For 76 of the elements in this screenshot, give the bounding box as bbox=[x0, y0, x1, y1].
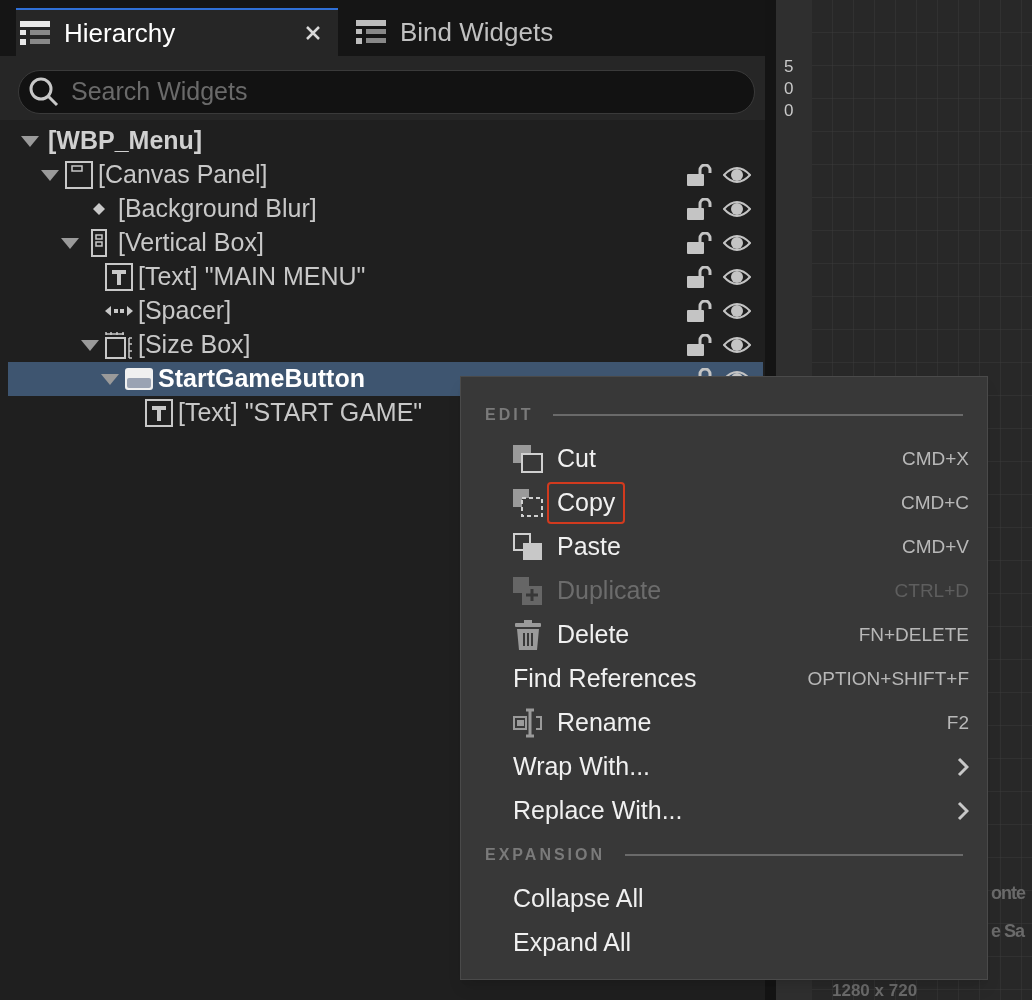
copy-icon bbox=[513, 489, 543, 517]
menu-item[interactable]: Wrap With... bbox=[461, 745, 987, 789]
tree-label: [Canvas Panel] bbox=[98, 159, 268, 191]
unlocked-icon[interactable] bbox=[687, 300, 713, 322]
canvas-text: 1280 x 720 bbox=[832, 982, 918, 999]
paste-icon bbox=[513, 533, 543, 561]
tree-label: [Vertical Box] bbox=[118, 227, 264, 259]
unlocked-icon[interactable] bbox=[687, 266, 713, 288]
tree-row[interactable]: [Spacer] bbox=[8, 294, 763, 328]
menu-item[interactable]: Cut CMD+X bbox=[461, 437, 987, 481]
trash-icon bbox=[515, 620, 541, 650]
tree-label: StartGameButton bbox=[158, 363, 365, 395]
menu-item[interactable]: Replace With... bbox=[461, 789, 987, 833]
text-icon bbox=[145, 399, 173, 427]
cut-icon bbox=[513, 445, 543, 473]
list-icon bbox=[356, 20, 386, 44]
text-icon bbox=[105, 263, 133, 291]
shortcut-label: CMD+X bbox=[901, 446, 969, 471]
expand-caret-icon[interactable] bbox=[81, 339, 99, 351]
unlocked-icon[interactable] bbox=[687, 198, 713, 220]
tree-row[interactable]: [Vertical Box] bbox=[8, 226, 763, 260]
unlocked-icon[interactable] bbox=[687, 164, 713, 186]
menu-item[interactable]: Rename F2 bbox=[461, 701, 987, 745]
expand-caret-icon[interactable] bbox=[41, 169, 59, 181]
tree-label: [Text] "START GAME" bbox=[178, 397, 423, 429]
menu-item[interactable]: Delete FN+DELETE bbox=[461, 613, 987, 657]
menu-item[interactable]: Find References OPTION+SHIFT+F bbox=[461, 657, 987, 701]
size-box-icon bbox=[105, 331, 133, 359]
eye-icon[interactable] bbox=[723, 199, 751, 219]
eye-icon[interactable] bbox=[723, 301, 751, 321]
tree-row[interactable]: [WBP_Menu] bbox=[8, 124, 763, 158]
search-icon bbox=[29, 77, 59, 107]
menu-section-title: EXPANSION bbox=[485, 845, 606, 865]
shortcut-label: CMD+C bbox=[900, 490, 969, 515]
tree-label: [Text] "MAIN MENU" bbox=[138, 261, 366, 293]
tree-row[interactable]: [Size Box] bbox=[8, 328, 763, 362]
eye-icon[interactable] bbox=[723, 267, 751, 287]
ruler-label: 500 bbox=[784, 56, 795, 123]
menu-item[interactable]: Expand All bbox=[461, 921, 987, 965]
tree-label: [Size Box] bbox=[138, 329, 251, 361]
diamond-icon bbox=[93, 203, 105, 215]
canvas-text: onte bbox=[991, 884, 1025, 902]
expand-caret-icon[interactable] bbox=[101, 373, 119, 385]
shortcut-label: F2 bbox=[946, 710, 969, 735]
eye-icon[interactable] bbox=[723, 165, 751, 185]
shortcut-label: FN+DELETE bbox=[858, 622, 969, 647]
vertical-box-icon bbox=[91, 229, 107, 257]
menu-item[interactable]: Copy CMD+C bbox=[461, 481, 987, 525]
close-icon[interactable] bbox=[306, 26, 320, 40]
tree-row[interactable]: [Text] "MAIN MENU" bbox=[8, 260, 763, 294]
panel-tab[interactable]: Bind Widgets bbox=[338, 8, 558, 56]
button-icon bbox=[125, 368, 153, 390]
tree-row[interactable]: [Canvas Panel] bbox=[8, 158, 763, 192]
shortcut-label: CMD+V bbox=[901, 534, 969, 559]
unlocked-icon[interactable] bbox=[687, 232, 713, 254]
shortcut-label: OPTION+SHIFT+F bbox=[807, 666, 969, 691]
duplicate-icon bbox=[513, 577, 543, 605]
unlocked-icon[interactable] bbox=[687, 334, 713, 356]
spacer-icon bbox=[105, 305, 133, 317]
eye-icon[interactable] bbox=[723, 233, 751, 253]
expand-caret-icon[interactable] bbox=[61, 237, 79, 249]
menu-section-title: EDIT bbox=[485, 405, 534, 425]
rename-icon bbox=[513, 708, 543, 738]
expand-caret-icon[interactable] bbox=[21, 135, 39, 147]
tree-row[interactable]: [Background Blur] bbox=[8, 192, 763, 226]
search-field[interactable]: Search Widgets bbox=[18, 70, 755, 114]
menu-item[interactable]: Paste CMD+V bbox=[461, 525, 987, 569]
tree-label: [Spacer] bbox=[138, 295, 232, 327]
menu-item[interactable]: Collapse All bbox=[461, 877, 987, 921]
eye-icon[interactable] bbox=[723, 335, 751, 355]
list-icon bbox=[20, 21, 50, 45]
canvas-text: e Sa bbox=[991, 922, 1025, 940]
panel-icon bbox=[65, 161, 93, 189]
tree-label: [Background Blur] bbox=[118, 193, 317, 225]
panel-tab[interactable]: Hierarchy bbox=[16, 8, 338, 56]
tree-label: [WBP_Menu] bbox=[48, 125, 203, 157]
